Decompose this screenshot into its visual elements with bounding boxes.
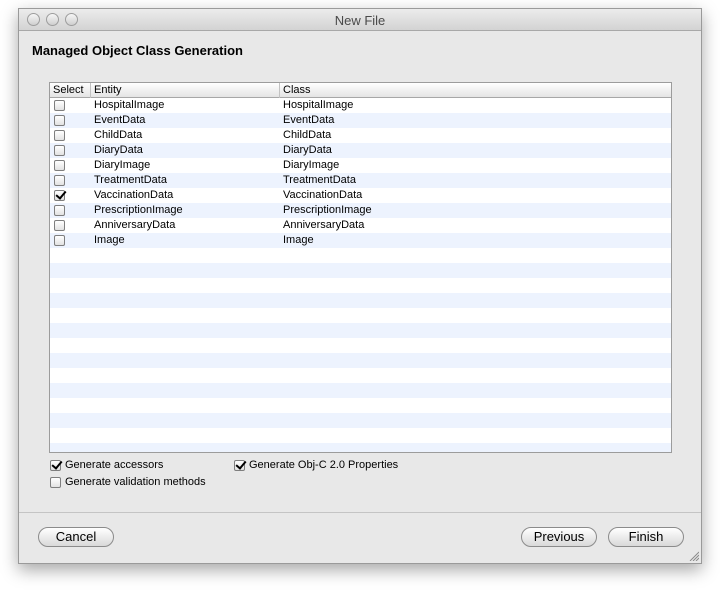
row-select-checkbox[interactable]: [54, 190, 65, 201]
table-body: HospitalImage HospitalImage EventData Event…: [50, 98, 671, 452]
class-cell[interactable]: ChildData: [283, 128, 331, 143]
entity-cell: VaccinationData: [94, 189, 174, 201]
page-heading: Managed Object Class Generation: [32, 43, 243, 58]
resize-grip-icon[interactable]: [689, 551, 699, 561]
column-header-select[interactable]: Select: [50, 83, 91, 98]
row-select-checkbox[interactable]: [54, 220, 65, 231]
table-row[interactable]: DiaryImage DiaryImage: [50, 158, 671, 173]
table-row[interactable]: DiaryData DiaryData: [50, 143, 671, 158]
class-cell[interactable]: PrescriptionImage: [283, 203, 372, 218]
table-row[interactable]: Image Image: [50, 233, 671, 248]
row-select-checkbox[interactable]: [54, 175, 65, 186]
entity-cell: EventData: [94, 114, 146, 126]
entity-cell: Image: [94, 234, 125, 246]
row-select-checkbox[interactable]: [54, 100, 65, 111]
class-cell[interactable]: HospitalImage: [283, 98, 353, 113]
entity-cell: DiaryData: [94, 144, 143, 156]
previous-button[interactable]: Previous: [521, 527, 597, 547]
title-bar[interactable]: New File: [19, 9, 701, 31]
generate-objc-properties-checkbox[interactable]: [234, 460, 245, 471]
row-select-checkbox[interactable]: [54, 160, 65, 171]
class-cell[interactable]: DiaryImage: [283, 158, 339, 173]
generate-accessors-checkbox[interactable]: [50, 460, 61, 471]
class-cell[interactable]: EventData: [283, 113, 334, 128]
table-row[interactable]: AnniversaryData AnniversaryData: [50, 218, 671, 233]
footer-divider: [19, 512, 701, 513]
entity-cell: AnniversaryData: [94, 219, 176, 231]
entity-cell: HospitalImage: [94, 99, 165, 111]
entity-cell: ChildData: [94, 129, 143, 141]
class-cell[interactable]: AnniversaryData: [283, 218, 364, 233]
table-header: Select Entity Class: [50, 83, 671, 98]
entity-table[interactable]: Select Entity Class HospitalImage Hospita…: [49, 82, 672, 453]
window-title: New File: [334, 13, 386, 28]
table-row[interactable]: ChildData ChildData: [50, 128, 671, 143]
class-cell[interactable]: Image: [283, 233, 314, 248]
class-cell[interactable]: VaccinationData: [283, 188, 362, 203]
table-row[interactable]: HospitalImage HospitalImage: [50, 98, 671, 113]
column-header-entity[interactable]: Entity: [91, 83, 280, 98]
table-row[interactable]: PrescriptionImage PrescriptionImage: [50, 203, 671, 218]
class-cell[interactable]: DiaryData: [283, 143, 332, 158]
cancel-button[interactable]: Cancel: [38, 527, 114, 547]
table-row[interactable]: TreatmentData TreatmentData: [50, 173, 671, 188]
generate-validation-checkbox[interactable]: [50, 477, 61, 488]
entity-cell: DiaryImage: [94, 159, 151, 171]
row-select-checkbox[interactable]: [54, 205, 65, 216]
row-select-checkbox[interactable]: [54, 115, 65, 126]
column-header-class[interactable]: Class: [280, 83, 671, 98]
entity-cell: TreatmentData: [94, 174, 167, 186]
class-cell[interactable]: TreatmentData: [283, 173, 356, 188]
table-row[interactable]: VaccinationData VaccinationData: [50, 188, 671, 203]
generate-objc-properties-label: Generate Obj-C 2.0 Properties: [249, 459, 399, 471]
generate-accessors-label: Generate accessors: [65, 459, 164, 471]
row-select-checkbox[interactable]: [54, 130, 65, 141]
row-select-checkbox[interactable]: [54, 235, 65, 246]
finish-button[interactable]: Finish: [608, 527, 684, 547]
table-row[interactable]: EventData EventData: [50, 113, 671, 128]
generate-validation-label: Generate validation methods: [65, 476, 206, 488]
row-select-checkbox[interactable]: [54, 145, 65, 156]
new-file-window: New File Managed Object Class Generation…: [18, 8, 702, 564]
entity-cell: PrescriptionImage: [94, 204, 183, 216]
